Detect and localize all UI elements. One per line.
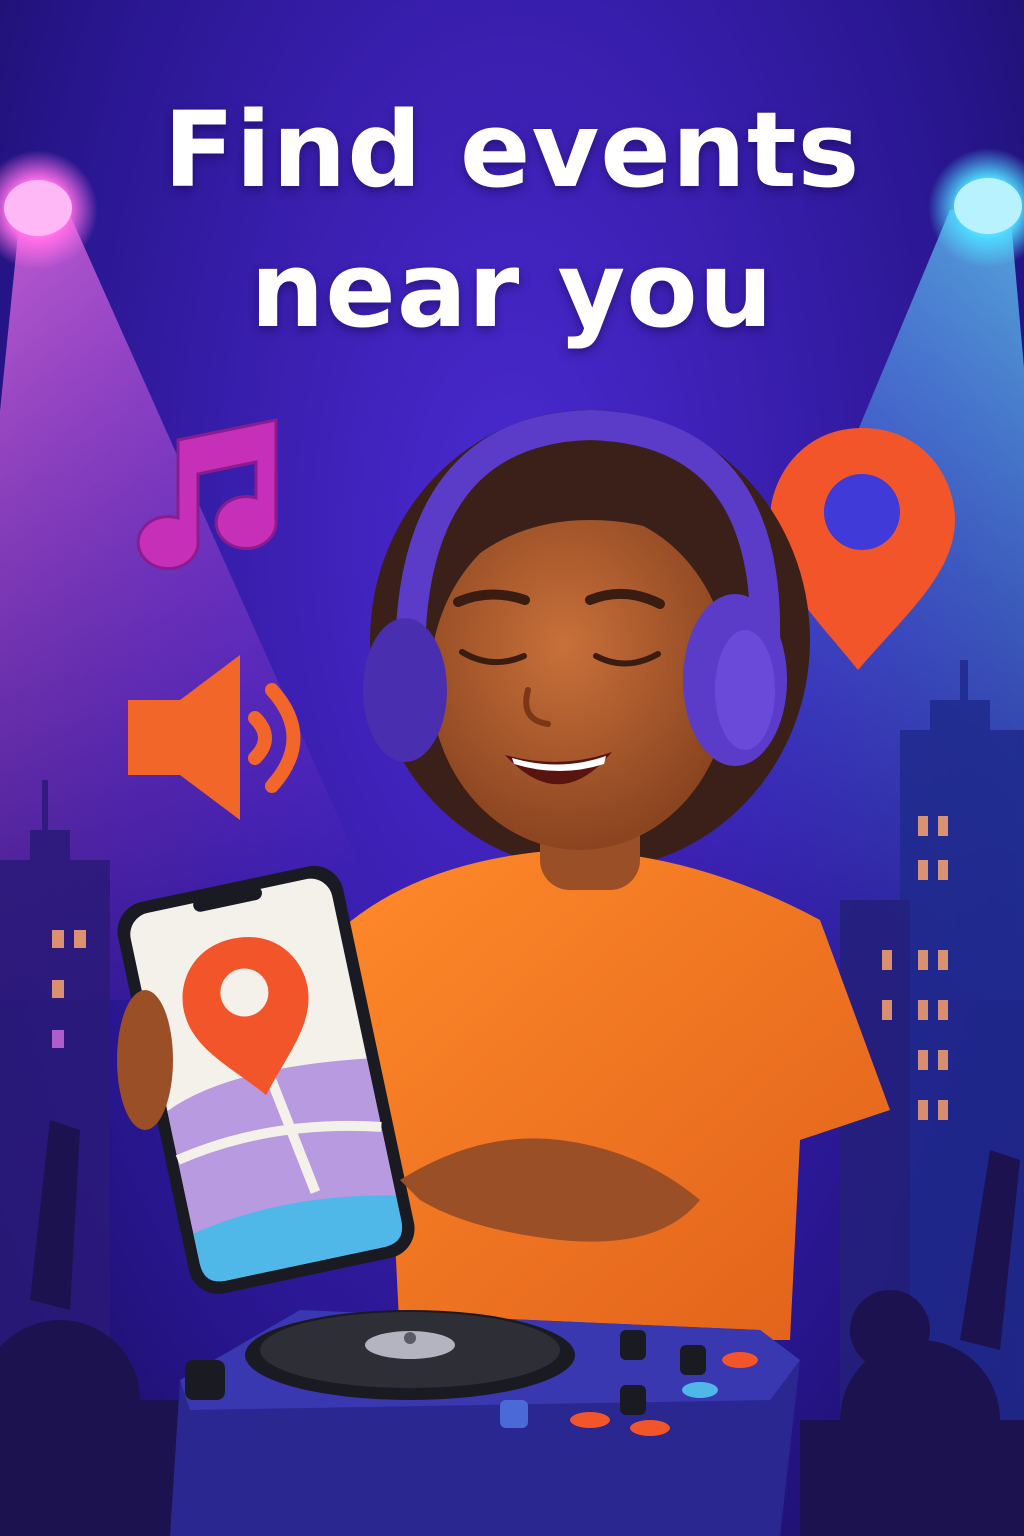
orange-shirt: [330, 850, 890, 1340]
turntable-icon: [170, 1310, 800, 1536]
headline-line-2: near you: [250, 229, 774, 351]
headline: Find events near you: [0, 80, 1024, 360]
poster: Find events near you: [0, 0, 1024, 1536]
left-hand: [117, 990, 173, 1130]
headline-line-1: Find events: [163, 89, 861, 211]
